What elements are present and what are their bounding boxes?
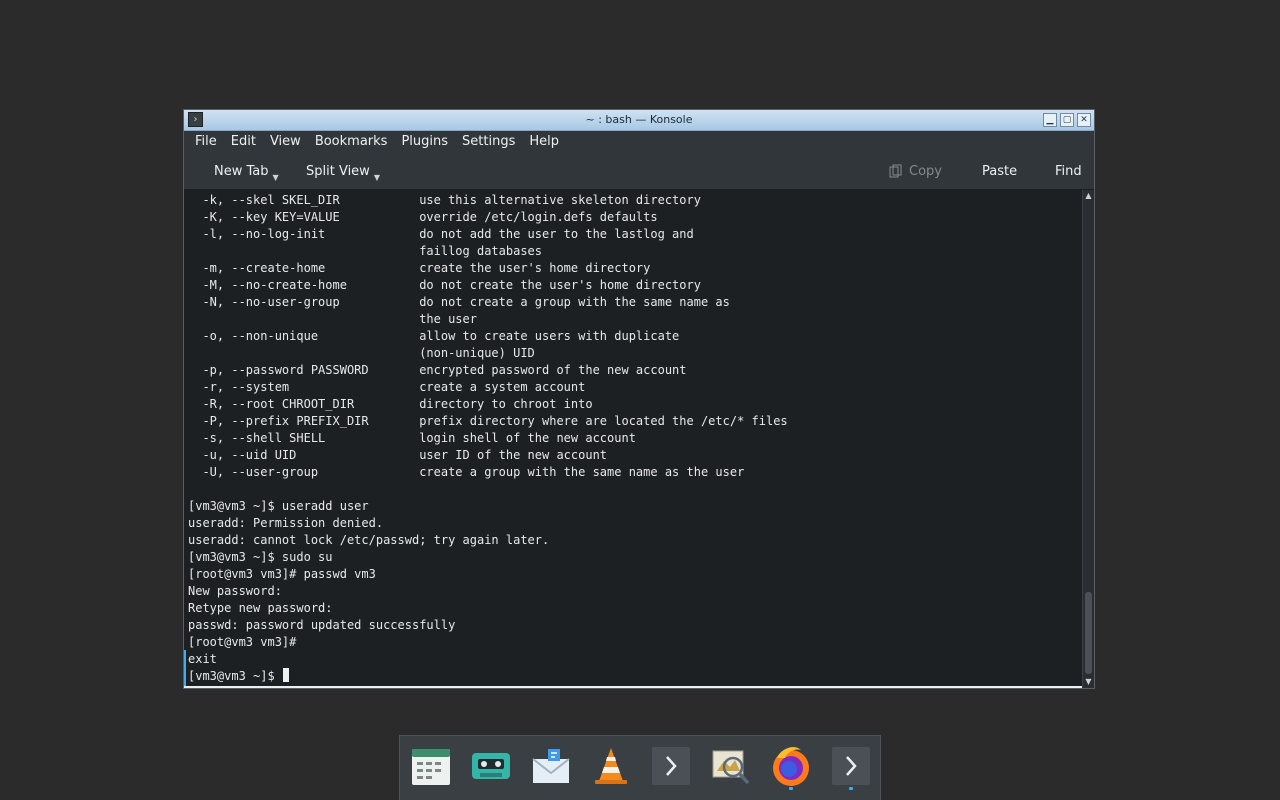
terminal-line: the user xyxy=(188,312,477,326)
copy-button[interactable]: Copy xyxy=(889,153,942,189)
firefox-icon[interactable] xyxy=(769,744,813,790)
terminal-line: -R, --root CHROOT_DIR directory to chroo… xyxy=(188,397,593,411)
konsole-window: › ~ : bash — Konsole ▁ ▢ ✕ File Edit Vie… xyxy=(183,109,1095,689)
terminal-line: -u, --uid UID user ID of the new account xyxy=(188,448,608,462)
mail-icon[interactable] xyxy=(529,744,573,788)
terminal-line: Retype new password: xyxy=(188,601,333,615)
terminal-line: [root@vm3 vm3]# xyxy=(188,635,297,649)
menu-bookmarks[interactable]: Bookmarks xyxy=(308,131,395,153)
toolbar: New Tab ▼ Split View ▼ Copy Paste Find xyxy=(184,153,1094,190)
terminal-display[interactable]: -k, --skel SKEL_DIR use this alternative… xyxy=(184,190,1082,688)
find-button[interactable]: Find xyxy=(1035,153,1082,189)
terminal-line: [root@vm3 vm3]# passwd vm3 xyxy=(188,567,376,581)
menu-view[interactable]: View xyxy=(263,131,308,153)
terminal-line: -P, --prefix PREFIX_DIR prefix directory… xyxy=(188,414,788,428)
terminal-line: (non-unique) UID xyxy=(188,346,535,360)
terminal-line: -M, --no-create-home do not create the u… xyxy=(188,278,701,292)
paste-button[interactable]: Paste xyxy=(962,153,1017,189)
terminal-output: -k, --skel SKEL_DIR use this alternative… xyxy=(188,192,788,685)
terminal-line: -U, --user-group create a group with the… xyxy=(188,465,745,479)
dock xyxy=(399,735,881,800)
split-view-dropdown-icon[interactable]: ▼ xyxy=(374,173,380,182)
image-viewer-icon[interactable] xyxy=(709,744,753,788)
terminal-line: faillog databases xyxy=(188,244,543,258)
vlc-cone-icon[interactable] xyxy=(589,744,633,788)
menu-help[interactable]: Help xyxy=(522,131,566,153)
close-button[interactable]: ✕ xyxy=(1077,113,1091,127)
terminal-line: [vm3@vm3 ~]$ useradd user xyxy=(188,499,369,513)
terminal-bottom-border xyxy=(184,686,1082,688)
terminal-line: -m, --create-home create the user's home… xyxy=(188,261,651,275)
terminal-scrollbar[interactable]: ▲ ▼ xyxy=(1082,190,1094,688)
terminal-line: -K, --key KEY=VALUE override /etc/login.… xyxy=(188,210,658,224)
new-tab-dropdown-icon[interactable]: ▼ xyxy=(273,173,279,182)
terminal-line: exit xyxy=(188,652,217,666)
terminal-icon[interactable] xyxy=(649,744,693,788)
terminal-line: useradd: Permission denied. xyxy=(188,516,384,530)
window-controls: ▁ ▢ ✕ xyxy=(1043,113,1091,127)
minimize-button[interactable]: ▁ xyxy=(1043,113,1057,127)
copy-icon xyxy=(889,164,903,178)
active-line-marker xyxy=(184,650,186,686)
scroll-up-arrow-icon[interactable]: ▲ xyxy=(1083,190,1094,202)
menu-edit[interactable]: Edit xyxy=(224,131,263,153)
split-view-label: Split View xyxy=(306,163,370,179)
terminal-icon-2[interactable] xyxy=(829,744,873,790)
new-tab-label: New Tab xyxy=(214,163,269,179)
paste-label: Paste xyxy=(982,163,1018,179)
menu-plugins[interactable]: Plugins xyxy=(394,131,455,153)
running-indicator xyxy=(789,787,793,790)
terminal-prompt-line: [vm3@vm3 ~]$ xyxy=(188,668,788,685)
paste-icon xyxy=(962,164,976,178)
find-icon xyxy=(1035,164,1049,178)
terminal-line: New password: xyxy=(188,584,282,598)
terminal-line: passwd: password updated successfully xyxy=(188,618,456,632)
new-tab-button[interactable]: New Tab ▼ xyxy=(194,153,279,189)
maximize-button[interactable]: ▢ xyxy=(1060,113,1074,127)
terminal-line: -N, --no-user-group do not create a grou… xyxy=(188,295,730,309)
terminal-line: -s, --shell SHELL login shell of the new… xyxy=(188,431,636,445)
menu-file[interactable]: File xyxy=(188,131,224,153)
terminal-line: -r, --system create a system account xyxy=(188,380,586,394)
cassette-player-icon[interactable] xyxy=(469,744,513,788)
text-cursor xyxy=(282,668,289,682)
calendar-icon[interactable] xyxy=(409,744,453,788)
terminal-line: -p, --password PASSWORD encrypted passwo… xyxy=(188,363,687,377)
split-view-button[interactable]: Split View ▼ xyxy=(286,153,380,189)
new-tab-icon xyxy=(194,164,208,178)
scroll-down-arrow-icon[interactable]: ▼ xyxy=(1083,676,1094,688)
menu-bar: File Edit View Bookmarks Plugins Setting… xyxy=(184,131,1094,153)
terminal-line: -k, --skel SKEL_DIR use this alternative… xyxy=(188,193,701,207)
scrollbar-thumb[interactable] xyxy=(1085,592,1092,674)
window-title: ~ : bash — Konsole xyxy=(585,113,693,126)
running-indicator xyxy=(849,787,853,790)
copy-label: Copy xyxy=(909,163,942,179)
title-bar[interactable]: › ~ : bash — Konsole ▁ ▢ ✕ xyxy=(184,110,1094,131)
menu-settings[interactable]: Settings xyxy=(455,131,522,153)
split-view-icon xyxy=(286,164,300,178)
terminal-line: [vm3@vm3 ~]$ sudo su xyxy=(188,550,333,564)
terminal-prompt: [vm3@vm3 ~]$ xyxy=(188,669,282,683)
terminal-line: -l, --no-log-init do not add the user to… xyxy=(188,227,694,241)
find-label: Find xyxy=(1055,163,1082,179)
terminal-line: useradd: cannot lock /etc/passwd; try ag… xyxy=(188,533,550,547)
terminal-line: -o, --non-unique allow to create users w… xyxy=(188,329,680,343)
